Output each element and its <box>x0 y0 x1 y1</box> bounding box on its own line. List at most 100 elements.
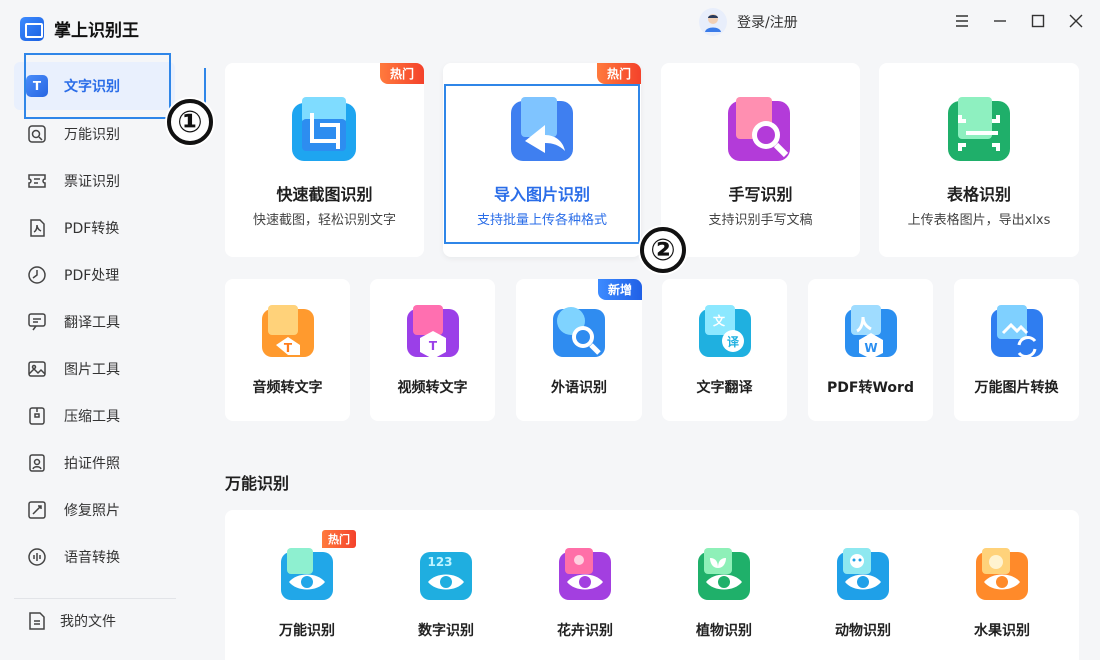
sidebar-item-pdf-process[interactable]: PDF处理 <box>0 251 205 298</box>
audio-to-text-icon: T <box>260 303 316 363</box>
annotation-marker-1: ① <box>167 99 213 145</box>
annotation-box-1 <box>24 53 171 119</box>
section-title: 万能识别 <box>225 474 290 493</box>
card-desc: 支持识别手写文稿 <box>708 213 813 228</box>
number-eye-icon: 123 <box>418 546 474 606</box>
item-label: 花卉识别 <box>557 623 613 639</box>
sidebar-item-label: 翻译工具 <box>64 314 120 331</box>
pdf-convert-icon <box>26 217 48 239</box>
sidebar-item-label: PDF处理 <box>64 267 120 284</box>
login-button[interactable]: 登录/注册 <box>699 8 798 36</box>
card-screenshot-recognition[interactable]: 热门 快速截图识别 快速截图，轻松识别文字 <box>225 63 424 257</box>
foreign-language-icon <box>551 303 607 363</box>
app-title: 掌上识别王 <box>54 21 139 41</box>
title-bar: 登录/注册 <box>205 0 1100 50</box>
id-photo-icon <box>26 452 48 474</box>
card-handwriting-recognition[interactable]: 手写识别 支持识别手写文稿 <box>661 63 860 257</box>
annotation-marker-2: ② <box>640 227 686 273</box>
card-title: 视频转文字 <box>397 380 468 396</box>
card-audio-to-text[interactable]: T 音频转文字 <box>225 279 350 421</box>
hot-badge: 热门 <box>596 63 641 84</box>
svg-text:W: W <box>864 341 877 355</box>
sidebar-item-repair-photo[interactable]: 修复照片 <box>0 486 205 533</box>
fruit-eye-icon <box>974 546 1030 606</box>
minimize-icon[interactable] <box>990 10 1010 32</box>
svg-text:123: 123 <box>427 555 452 569</box>
menu-icon[interactable] <box>952 10 972 32</box>
fruit-recognition-item[interactable]: 水果识别 <box>947 510 1057 660</box>
card-title: PDF转Word <box>827 380 914 396</box>
svg-text:T: T <box>428 339 437 353</box>
card-title: 音频转文字 <box>252 380 323 396</box>
maximize-icon[interactable] <box>1028 10 1048 32</box>
screenshot-icon <box>290 95 360 169</box>
handwriting-icon <box>726 95 796 169</box>
svg-text:T: T <box>283 341 292 355</box>
item-label: 水果识别 <box>974 623 1030 639</box>
sidebar-item-translate[interactable]: 翻译工具 <box>0 298 205 345</box>
flower-eye-icon <box>557 546 613 606</box>
card-desc: 快速截图，轻松识别文字 <box>252 213 396 228</box>
hot-badge: 热门 <box>379 63 424 84</box>
card-video-to-text[interactable]: T 视频转文字 <box>370 279 495 421</box>
svg-text:译: 译 <box>726 335 739 349</box>
sidebar-item-voice[interactable]: 语音转换 <box>0 533 205 580</box>
sidebar-item-label: 压缩工具 <box>64 408 120 425</box>
sidebar-item-label: 拍证件照 <box>64 455 120 472</box>
card-foreign-language-recognition[interactable]: 新增 外语识别 <box>516 279 642 421</box>
sidebar-item-compress[interactable]: 压缩工具 <box>0 392 205 439</box>
video-to-text-icon: T <box>405 303 461 363</box>
app-logo-icon <box>20 16 44 41</box>
plant-eye-icon <box>696 546 752 606</box>
sidebar-item-label: 语音转换 <box>64 549 120 566</box>
compress-icon <box>26 405 48 427</box>
universal-recognition-item[interactable]: 热门 万能识别 <box>252 510 362 660</box>
item-label: 万能识别 <box>279 623 335 639</box>
card-title: 外语识别 <box>551 380 607 396</box>
item-label: 数字识别 <box>418 623 474 639</box>
number-recognition-item[interactable]: 123 数字识别 <box>391 510 501 660</box>
sidebar-item-ticket[interactable]: 票证识别 <box>0 157 205 204</box>
sidebar-item-image-tools[interactable]: 图片工具 <box>0 345 205 392</box>
card-text-translate[interactable]: 文译 文字翻译 <box>662 279 787 421</box>
my-files-label: 我的文件 <box>60 614 116 630</box>
user-avatar-icon <box>699 8 727 36</box>
sidebar-item-label: 票证识别 <box>64 173 120 190</box>
image-convert-icon <box>989 303 1045 363</box>
pdf-to-word-icon: W <box>843 303 899 363</box>
card-title: 文字翻译 <box>696 380 753 396</box>
sidebar-item-pdf-convert[interactable]: PDF转换 <box>0 204 205 251</box>
svg-text:文: 文 <box>712 313 725 328</box>
flower-recognition-item[interactable]: 花卉识别 <box>530 510 640 660</box>
folder-icon <box>26 610 48 632</box>
item-label: 动物识别 <box>835 623 891 639</box>
sidebar-item-label: 图片工具 <box>64 361 120 378</box>
close-icon[interactable] <box>1066 10 1086 32</box>
card-title: 万能图片转换 <box>974 380 1059 396</box>
sidebar-item-label: PDF转换 <box>64 220 120 237</box>
ticket-icon <box>26 170 48 192</box>
card-table-recognition[interactable]: 表格识别 上传表格图片，导出xlxs <box>879 63 1079 257</box>
new-badge: 新增 <box>597 279 642 300</box>
voice-icon <box>26 546 48 568</box>
table-icon <box>944 95 1014 169</box>
card-title: 手写识别 <box>728 185 793 204</box>
my-files-button[interactable]: 我的文件 <box>26 610 116 632</box>
card-desc: 上传表格图片，导出xlxs <box>907 213 1051 228</box>
login-label: 登录/注册 <box>737 15 798 31</box>
app-logo: 掌上识别王 <box>20 16 139 41</box>
sidebar-item-id-photo[interactable]: 拍证件照 <box>0 439 205 486</box>
plant-recognition-item[interactable]: 植物识别 <box>669 510 779 660</box>
card-image-convert[interactable]: 万能图片转换 <box>954 279 1079 421</box>
text-translate-icon: 文译 <box>697 303 753 363</box>
item-label: 植物识别 <box>696 623 752 639</box>
window-controls <box>952 10 1086 32</box>
card-pdf-to-word[interactable]: W PDF转Word <box>808 279 933 421</box>
universal-eye-icon <box>279 546 335 606</box>
animal-recognition-item[interactable]: 动物识别 <box>808 510 918 660</box>
universal-recognition-panel: 热门 万能识别 123 数字识别 花卉识别 植物识别 动物识别 水果识别 <box>225 510 1079 660</box>
card-title: 快速截图识别 <box>276 185 373 204</box>
sidebar-nav: T 文字识别 万能识别 票证识别 PDF转换 PDF处理 翻译工具 图片工具 压… <box>0 62 205 580</box>
animal-eye-icon <box>835 546 891 606</box>
sidebar-divider <box>14 598 176 599</box>
